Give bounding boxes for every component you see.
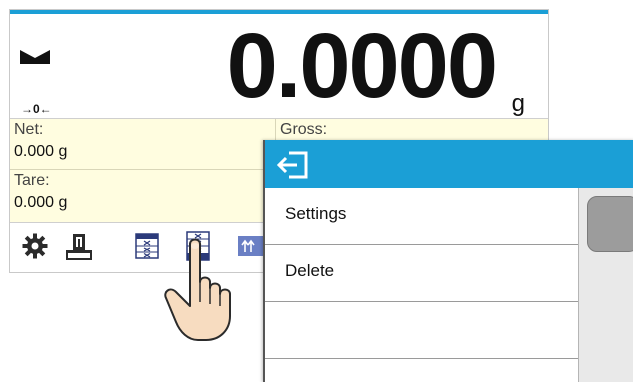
net-label: Net: — [14, 121, 44, 138]
tare-value: 0.000 g — [14, 194, 68, 211]
context-menu-popup: Settings Delete — [263, 140, 633, 382]
net-cell: Net: 0.000 g — [10, 119, 276, 169]
scroll-thumb[interactable] — [587, 196, 633, 252]
menu-item-label: Delete — [285, 261, 335, 280]
top-accent-bar — [10, 10, 548, 14]
exit-icon[interactable] — [275, 150, 309, 180]
menu-item-delete[interactable]: Delete — [265, 245, 578, 302]
tare-weight-icon — [64, 232, 94, 265]
scrollbar[interactable] — [578, 188, 633, 382]
tare-button[interactable] — [62, 231, 96, 265]
settings-button[interactable] — [18, 231, 52, 265]
weight-unit: g — [511, 90, 525, 117]
menu-item-label: Settings — [285, 204, 347, 223]
database-button[interactable] — [130, 231, 164, 265]
stability-indicator-icon — [20, 50, 50, 69]
zero-indicator: →0← — [21, 102, 52, 116]
hand-pointer-icon — [160, 236, 240, 346]
menu-list: Settings Delete — [265, 188, 578, 382]
gear-icon — [22, 233, 48, 264]
menu-item-empty[interactable] — [265, 302, 578, 359]
net-value: 0.000 g — [14, 143, 68, 160]
arrows-icon — [236, 234, 266, 263]
weight-readout: 0.0000 — [226, 15, 498, 117]
tare-cell: Tare: 0.000 g — [10, 170, 276, 220]
popup-header — [265, 140, 633, 188]
gross-label: Gross: — [280, 121, 328, 138]
database-icon — [135, 232, 159, 264]
tare-label: Tare: — [14, 172, 50, 189]
menu-item-settings[interactable]: Settings — [265, 188, 578, 245]
